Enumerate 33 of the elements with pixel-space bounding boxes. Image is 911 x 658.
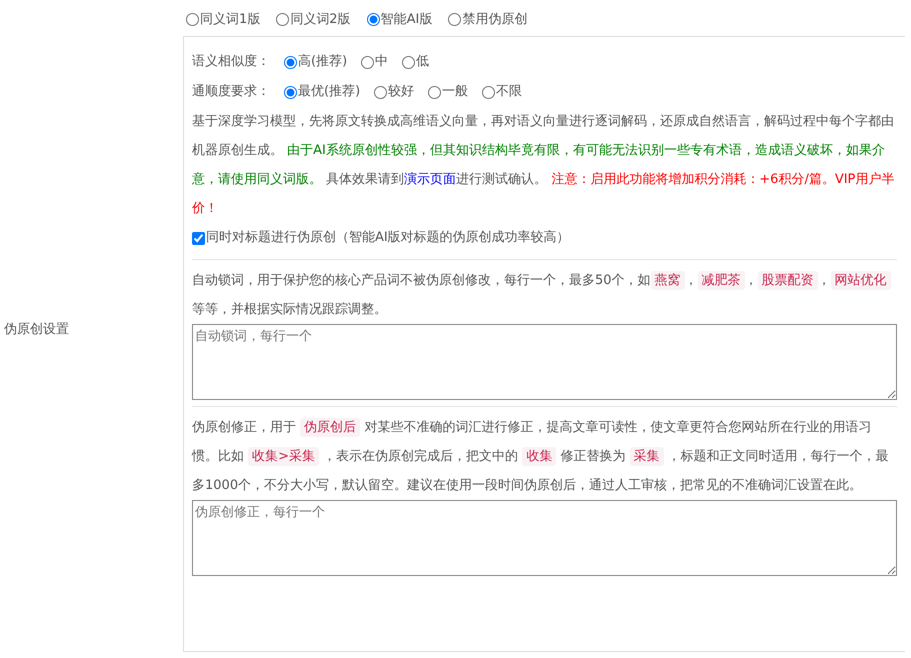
option-label: 同义词1版: [200, 11, 260, 28]
radio-button[interactable]: [284, 56, 297, 68]
lock-words-description: 自动锁词，用于保护您的核心产品词不被伪原创修改，每行一个，最多50个，如 燕窝 ， 减肥茶 ， 股票配资 ， 网站优化 等等，并根据实际情况跟踪调整。: [192, 266, 897, 324]
option-label: 高(推荐): [298, 53, 348, 71]
setting-label: 通顺度要求：: [192, 83, 270, 101]
option-label: 不限: [496, 83, 522, 101]
section-label: 伪原创设置: [4, 322, 69, 337]
radio-button[interactable]: [361, 56, 374, 68]
checkbox-label: 同时对标题进行伪原创（智能AI版对标题的伪原创成功率较高）: [206, 229, 570, 247]
option-label: 较好: [388, 83, 414, 101]
option-label: 禁用伪原创: [462, 11, 528, 28]
radio-button[interactable]: [284, 86, 297, 98]
corrections-description: 伪原创修正，用于 伪原创后 对某些不准确的词汇进行修正，提高文章可读性，使文章更符合您网站所在行业的用语习惯。比如 收集>采集 ，表示在伪原创完成后，把文中的 收集 修正替换为 采集 ，标题和正文同时适用，每行一个，最多1000个，不分大小写，默认留空。建议在使用一段时间伪原创后，通过人工审核，把常见的不准确词汇设置在此。: [192, 417, 890, 495]
demo-page-link[interactable]: 演示页面: [404, 172, 456, 187]
option-label: 同义词2版: [290, 11, 351, 28]
radio-button[interactable]: [186, 12, 199, 26]
option-label: 中: [375, 53, 388, 71]
radio-button[interactable]: [428, 86, 442, 98]
checkbox[interactable]: [192, 232, 205, 244]
option-label: 低: [416, 53, 430, 71]
option-label: 一般: [442, 83, 468, 101]
option-label: 最优(推荐): [298, 83, 360, 101]
lock-words-field[interactable]: 自动锁词，每行一个: [192, 324, 897, 400]
radio-button[interactable]: [402, 56, 416, 68]
radio-button[interactable]: [448, 12, 462, 26]
radio-button[interactable]: [276, 12, 290, 26]
ai-description: 基于深度学习模型，先将原文转换成高维语义向量，再对语义向量进行逐词解码，还原成自然语言，解码过程中每个字都由机器原创生成。 由于AI系统原创性较强，但其知识结构毕竟有限，有可能无法识别一些专有术语，造成语义破坏，如果介意，请使用同义词版。 具体效果请到演示页面进行测试确认。 注意：启用此功能将增加积分消耗：+6积分/篇。VIP用户半价！: [192, 113, 896, 218]
radio-button[interactable]: [374, 86, 388, 98]
radio-button[interactable]: [366, 12, 380, 26]
option-label: 智能AI版: [380, 11, 432, 28]
setting-label: 语义相似度：: [192, 53, 270, 71]
corrections-field[interactable]: 伪原创修正，每行一个: [192, 500, 897, 576]
radio-button[interactable]: [482, 86, 496, 98]
